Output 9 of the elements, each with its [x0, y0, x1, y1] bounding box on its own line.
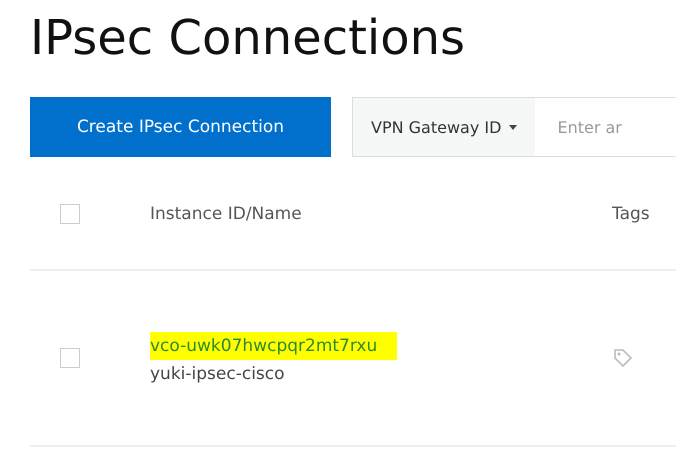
instance-id-link[interactable]: vco-uwk07hwcpqr2mt7rxu — [150, 332, 398, 360]
create-button[interactable]: Create IPsec Connection — [30, 97, 331, 157]
tag-icon[interactable] — [612, 347, 634, 369]
column-header: Instance ID/Name — [150, 204, 303, 224]
column-header: Tags — [612, 204, 650, 224]
checkbox[interactable] — [60, 204, 80, 224]
page-title: IPsec Connections — [30, 9, 466, 68]
checkbox[interactable] — [60, 348, 80, 368]
instance-name: yuki-ipsec-cisco — [150, 364, 285, 384]
